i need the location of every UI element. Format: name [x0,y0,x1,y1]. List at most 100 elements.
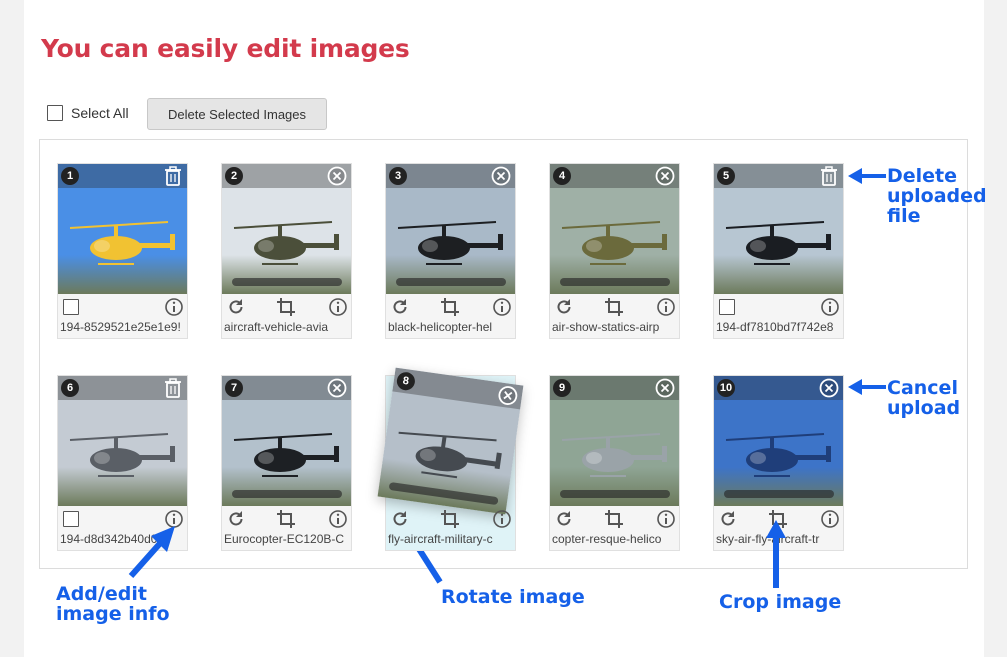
image-card[interactable]: 8 fly-aircraft-military-c [377,367,524,551]
arrow-crop [766,520,786,588]
annotation-cancel-line: upload [887,397,961,419]
image-card[interactable]: 5 194-df7810bd7f742e8 [713,163,844,339]
upload-progress-bar [232,278,342,286]
image-card[interactable]: 7 Eurocopter-EC120B-C [221,375,352,551]
page-title: You can easily edit images [41,34,410,63]
image-card[interactable]: 9 copter-resque-helico [549,375,680,551]
image-card[interactable]: 3 black-helicopter-hel [385,163,516,339]
select-all[interactable]: Select All [47,105,129,121]
trash-icon[interactable] [162,377,184,399]
trash-icon[interactable] [818,165,840,187]
rotate-icon[interactable] [718,509,738,529]
info-icon[interactable] [492,297,512,317]
image-thumbnail: 8 [377,367,524,515]
image-thumbnail: 1 [58,164,187,294]
trash-icon[interactable] [162,165,184,187]
info-icon[interactable] [328,509,348,529]
info-icon[interactable] [492,509,512,529]
delete-selected-button[interactable]: Delete Selected Images [147,98,327,130]
card-toolbar [222,295,351,319]
image-number-badge: 6 [61,379,79,397]
info-icon[interactable] [328,297,348,317]
crop-icon[interactable] [440,297,460,317]
info-icon[interactable] [656,297,676,317]
image-number-badge: 1 [61,167,79,185]
annotation-delete: Delete uploaded file [887,166,987,226]
file-name: 194-8529521e25e1e9! [60,320,181,334]
annotation-crop: Crop image [719,591,842,613]
card-toolbar [550,295,679,319]
card-toolbar [550,507,679,531]
annotation-cancel: Cancel upload [887,378,960,418]
rotate-icon[interactable] [554,509,574,529]
helicopter-image [69,433,175,477]
upload-progress-bar [396,278,506,286]
upload-progress-bar [560,278,670,286]
select-all-label: Select All [71,105,129,121]
image-thumbnail: 2 [222,164,351,294]
annotation-delete-line: Delete [887,165,958,187]
card-toolbar [386,507,515,531]
image-thumbnail: 7 [222,376,351,506]
select-image-checkbox[interactable] [719,299,735,315]
upload-progress-bar [232,490,342,498]
rotate-icon[interactable] [390,297,410,317]
crop-icon[interactable] [276,509,296,529]
rotate-icon[interactable] [390,509,410,529]
info-icon[interactable] [820,297,840,317]
image-number-badge: 7 [225,379,243,397]
crop-icon[interactable] [604,297,624,317]
image-card[interactable]: 4 air-show-statics-airp [549,163,680,339]
image-gallery: 1 194-8529521e25e1e9! 2 aircraft-vehicle-av… [39,139,968,569]
info-icon[interactable] [656,509,676,529]
rotate-icon[interactable] [226,509,246,529]
cancel-upload-icon[interactable] [654,377,676,399]
image-thumbnail: 3 [386,164,515,294]
info-icon[interactable] [820,509,840,529]
image-number-badge: 2 [225,167,243,185]
select-image-checkbox[interactable] [63,299,79,315]
cancel-upload-icon[interactable] [490,165,512,187]
info-icon[interactable] [164,297,184,317]
annotation-info-line: Add/edit [56,583,147,605]
rotate-icon[interactable] [226,297,246,317]
image-card[interactable]: 2 aircraft-vehicle-avia [221,163,352,339]
select-all-checkbox[interactable] [47,105,63,121]
file-name: 194-df7810bd7f742e8 [716,320,834,334]
rotate-icon[interactable] [554,297,574,317]
crop-icon[interactable] [440,509,460,529]
annotation-info: Add/edit image info [56,584,170,624]
helicopter-image [725,221,831,265]
arrow-delete [848,168,886,184]
annotation-rotate: Rotate image [441,586,585,608]
helicopter-image [69,221,175,265]
file-name: black-helicopter-hel [388,320,493,334]
arrow-cancel [848,379,886,395]
image-thumbnail: 4 [550,164,679,294]
cancel-upload-icon[interactable] [326,377,348,399]
cancel-upload-icon[interactable] [326,165,348,187]
card-toolbar [386,295,515,319]
image-thumbnail: 6 [58,376,187,506]
upload-progress-bar [560,490,670,498]
card-toolbar [714,295,843,319]
annotation-cancel-line: Cancel [887,377,958,399]
crop-icon[interactable] [276,297,296,317]
cancel-upload-icon[interactable] [654,165,676,187]
image-number-badge: 3 [389,167,407,185]
image-number-badge: 5 [717,167,735,185]
card-toolbar [58,295,187,319]
image-number-badge: 4 [553,167,571,185]
file-name: Eurocopter-EC120B-C [224,532,345,546]
image-number-badge: 10 [717,379,735,397]
annotation-delete-line: file [887,205,921,227]
image-card[interactable]: 1 194-8529521e25e1e9! [57,163,188,339]
file-name: aircraft-vehicle-avia [224,320,329,334]
cancel-upload-icon[interactable] [818,377,840,399]
crop-icon[interactable] [604,509,624,529]
arrow-info [128,526,175,578]
card-toolbar [222,507,351,531]
cancel-upload-icon[interactable] [495,383,520,408]
annotation-info-line: image info [56,603,170,625]
select-image-checkbox[interactable] [63,511,79,527]
